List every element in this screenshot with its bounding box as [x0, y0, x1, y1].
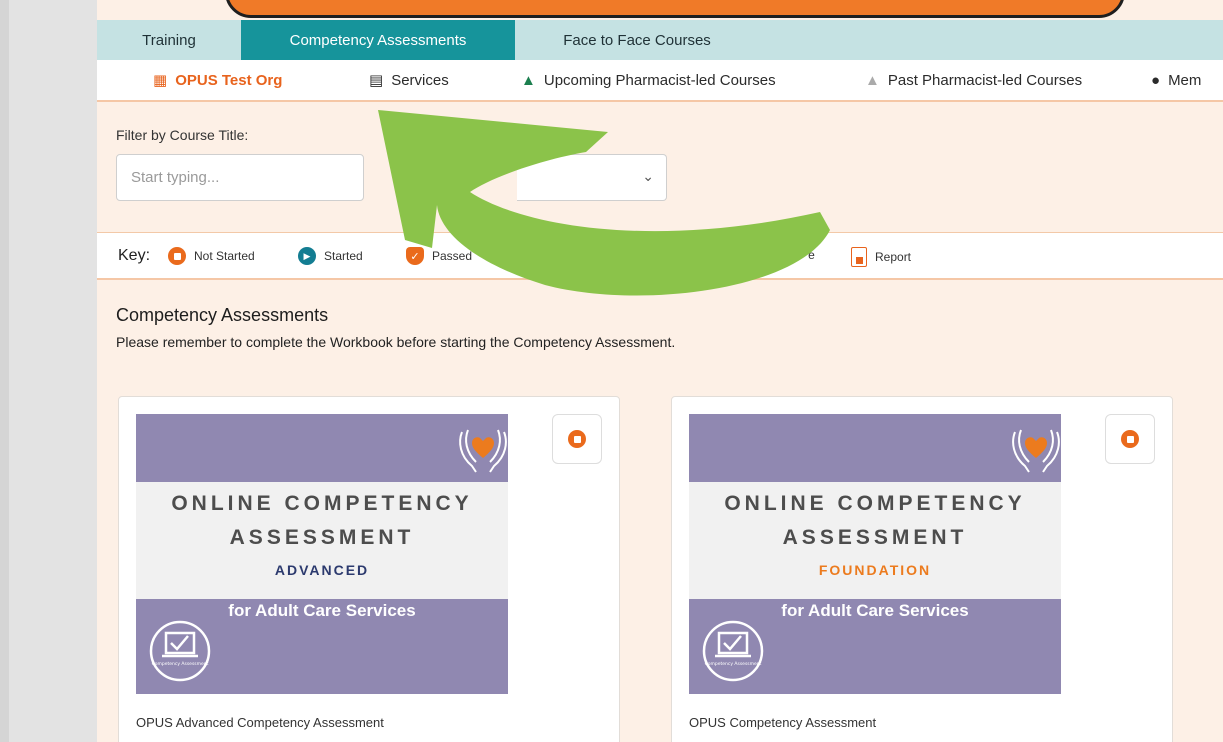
- card-title[interactable]: OPUS Advanced Competency Assessment: [136, 715, 384, 730]
- graduation-cap-icon: ▲: [865, 71, 880, 89]
- course-thumbnail[interactable]: ONLINE COMPETENCY ASSESSMENT FOUNDATION …: [689, 414, 1061, 694]
- thumbnail-title-line1: ONLINE COMPETENCY: [171, 492, 473, 515]
- nav-past-courses-label: Past Pharmacist-led Courses: [887, 71, 1083, 89]
- play-icon: ▶: [298, 247, 316, 265]
- tab-face-to-face-courses[interactable]: Face to Face Courses: [515, 20, 759, 60]
- key-not-started: Not Started: [168, 247, 255, 265]
- key-passed-label: Passed: [432, 249, 473, 263]
- key-certificate-label: e: [808, 248, 815, 262]
- graduation-cap-icon: ▲: [521, 71, 536, 89]
- users-icon: ●: [1151, 71, 1161, 89]
- status-button[interactable]: [1105, 414, 1155, 464]
- thumbnail-level: FOUNDATION: [818, 562, 932, 578]
- card-title[interactable]: OPUS Competency Assessment: [689, 715, 876, 730]
- key-started-label: Started: [324, 249, 363, 263]
- thumbnail-level: ADVANCED: [274, 562, 370, 578]
- caring-hands-icon: [459, 429, 507, 473]
- building-icon: ▦: [153, 71, 168, 89]
- course-card-advanced[interactable]: ONLINE COMPETENCY ASSESSMENT ADVANCED fo…: [118, 396, 620, 742]
- course-title-filter-input[interactable]: [116, 154, 364, 201]
- expired-icon: [513, 247, 531, 265]
- thumbnail-subtitle: for Adult Care Services: [781, 601, 969, 620]
- thumbnail-title-line2: ASSESSMENT: [229, 526, 415, 549]
- section-title: Competency Assessments: [116, 305, 329, 325]
- nav-members-label: Mem: [1168, 71, 1202, 89]
- orange-banner: [225, 0, 1125, 18]
- chevron-down-icon: ⌄: [642, 168, 654, 184]
- status-button[interactable]: [552, 414, 602, 464]
- key-not-started-label: Not Started: [194, 249, 255, 263]
- nav-org-label: OPUS Test Org: [175, 71, 283, 89]
- thumbnail-title-line1: ONLINE COMPETENCY: [724, 492, 1026, 515]
- nav-upcoming-courses-link[interactable]: ▲ Upcoming Pharmacist-led Courses: [521, 72, 776, 89]
- caring-hands-icon: [1012, 429, 1060, 473]
- course-card-foundation[interactable]: ONLINE COMPETENCY ASSESSMENT FOUNDATION …: [671, 396, 1173, 742]
- browser-viewport: Training Competency Assessments Face to …: [97, 0, 1223, 742]
- competency-seal-icon: Competency Assessment: [702, 620, 764, 682]
- clipboard-icon: ▤: [369, 71, 384, 89]
- tab-training[interactable]: Training: [97, 20, 241, 60]
- passed-shield-icon: ✓: [406, 247, 424, 265]
- not-started-icon: [1121, 430, 1139, 448]
- key-report-label: Report: [875, 250, 912, 264]
- page-left-edge: [0, 0, 9, 742]
- nav-services-label: Services: [391, 71, 449, 89]
- nav-org-link[interactable]: ▦ OPUS Test Org: [153, 72, 282, 89]
- key-title: Key:: [118, 247, 151, 264]
- tab-competency-assessments[interactable]: Competency Assessments: [241, 20, 515, 60]
- key-certificate: ▤ e: [725, 247, 815, 263]
- nav-services-link[interactable]: ▤ Services: [369, 72, 449, 89]
- top-tab-bar: Training Competency Assessments Face to …: [97, 20, 1223, 60]
- section-subtitle: Please remember to complete the Workbook…: [116, 334, 676, 350]
- key-expired: ired: [513, 247, 687, 265]
- key-expired-label: ired: [667, 249, 688, 263]
- key-started: ▶ Started: [298, 247, 363, 265]
- report-icon: [851, 247, 867, 267]
- seal-text: Competency Assessment: [705, 661, 762, 667]
- thumbnail-title-line2: ASSESSMENT: [782, 526, 968, 549]
- nav-past-courses-link[interactable]: ▲ Past Pharmacist-led Courses: [865, 72, 1082, 89]
- thumbnail-subtitle: for Adult Care Services: [228, 601, 416, 620]
- seal-text: Competency Assessment: [152, 661, 209, 667]
- not-started-icon: [568, 430, 586, 448]
- not-started-icon: [168, 247, 186, 265]
- filter-label: Filter by Course Title:: [116, 127, 249, 143]
- course-thumbnail[interactable]: ONLINE COMPETENCY ASSESSMENT ADVANCED fo…: [136, 414, 508, 694]
- status-select[interactable]: ⌄: [517, 154, 667, 201]
- competency-seal-icon: Competency Assessment: [149, 620, 211, 682]
- status-key-bar: Key: Not Started ▶ Started ✓ Passed ired…: [97, 233, 1223, 280]
- key-report: Report: [851, 247, 911, 267]
- organisation-nav: ▦ OPUS Test Org ▤ Services ▲ Upcoming Ph…: [97, 60, 1223, 102]
- nav-members-link[interactable]: ● Mem: [1151, 72, 1201, 89]
- certificate-icon: ▤: [725, 246, 741, 263]
- key-passed: ✓ Passed: [406, 247, 472, 265]
- nav-upcoming-courses-label: Upcoming Pharmacist-led Courses: [543, 71, 776, 89]
